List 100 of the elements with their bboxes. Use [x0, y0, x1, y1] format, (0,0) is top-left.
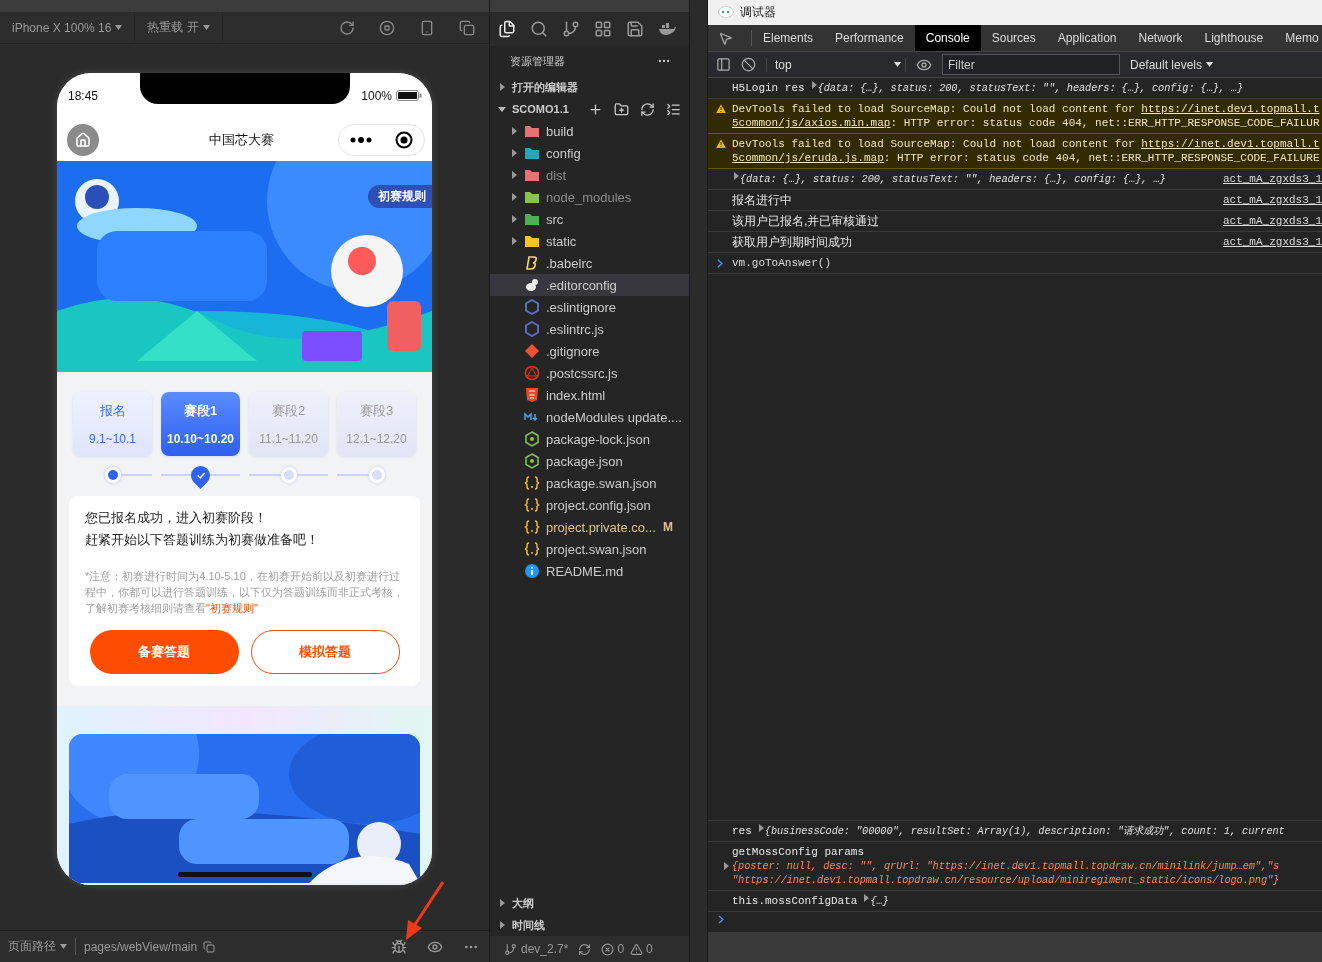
source-link[interactable]: act_mA_zgxds3_1 [1222, 172, 1322, 186]
console-input[interactable]: vm.goToAnswer() [732, 256, 832, 270]
expand-arrow-icon[interactable] [510, 127, 518, 135]
tree-item[interactable]: README.md [490, 560, 689, 582]
expand-arrow-icon[interactable] [809, 81, 818, 89]
tree-item[interactable]: .eslintignore [490, 296, 689, 318]
section-header[interactable]: 时间线 [490, 914, 689, 936]
expand-arrow-icon[interactable] [732, 172, 740, 180]
caret-icon [894, 62, 901, 67]
stage-card[interactable]: 报名 9.1~10.1 [73, 392, 152, 456]
source-link[interactable]: act_mA_zgxds3_1 [1222, 214, 1322, 228]
bug-icon[interactable] [391, 938, 407, 955]
branch-name[interactable]: dev_2.7* [521, 942, 569, 956]
devtools-tab[interactable]: Console [914, 25, 981, 51]
expand-arrow-icon[interactable] [498, 83, 506, 91]
tree-item[interactable]: .eslintrc.js [490, 318, 689, 340]
tree-item[interactable]: package.json [490, 450, 689, 472]
save-icon[interactable] [626, 20, 644, 38]
section-header[interactable]: SCOMO1.1 [490, 98, 689, 120]
url-link[interactable]: 5common/js/eruda.js.map [732, 152, 884, 164]
context-dropdown[interactable]: top [766, 57, 906, 72]
tree-item[interactable]: .babelrc [490, 252, 689, 274]
tree-item[interactable]: nodeModules update.... [490, 406, 689, 428]
devtools-tab[interactable]: Memo [1274, 25, 1322, 51]
sync-icon[interactable] [578, 942, 592, 956]
expand-arrow-icon[interactable] [510, 215, 518, 223]
hexagon-icon [524, 321, 540, 337]
expand-arrow-icon[interactable] [498, 921, 506, 929]
new-folder-icon[interactable] [614, 101, 629, 117]
prompt-icon[interactable] [718, 915, 724, 924]
hot-reload-dropdown[interactable]: 热重载 开 [135, 12, 223, 43]
windows-icon[interactable] [459, 19, 475, 36]
expand-arrow-icon[interactable] [498, 105, 506, 113]
sidebar-icon[interactable] [716, 57, 731, 72]
expand-arrow-icon[interactable] [862, 894, 871, 902]
object-preview: "https://inet.dev1.topmall.topdraw.cn/resource/upload/miniregiment_static/icons/logo.png"} [732, 873, 1280, 887]
tree-item[interactable]: build [490, 120, 689, 142]
tree-item[interactable]: project.private.co... M [490, 516, 689, 538]
copy-icon[interactable] [203, 940, 216, 953]
tree-item[interactable]: project.config.json [490, 494, 689, 516]
expand-arrow-icon[interactable] [510, 237, 518, 245]
phone-icon[interactable] [419, 19, 435, 36]
devtools-tab[interactable]: Lighthouse [1193, 25, 1275, 51]
log-text: res [732, 824, 752, 838]
collapse-icon[interactable] [666, 101, 681, 117]
files-icon[interactable] [498, 20, 516, 38]
device-dropdown[interactable]: iPhone X 100% 16 [0, 12, 136, 43]
tree-item[interactable]: .postcssrc.js [490, 362, 689, 384]
tree-item[interactable]: package.swan.json [490, 472, 689, 494]
tree-item[interactable]: node_modules [490, 186, 689, 208]
url-link[interactable]: https://inet.dev1.topmall.t [1141, 138, 1320, 150]
clear-icon[interactable] [741, 57, 756, 72]
target-icon[interactable] [394, 130, 413, 149]
devtools-tab[interactable]: Network [1127, 25, 1194, 51]
new-file-icon[interactable] [588, 101, 603, 117]
refresh-icon[interactable] [339, 19, 355, 36]
expand-arrow-icon[interactable] [756, 824, 765, 832]
source-link[interactable]: act_mA_zgxds3_1 [1222, 235, 1322, 249]
warning-icon [715, 103, 727, 115]
levels-dropdown[interactable]: Default levels [1130, 57, 1214, 72]
devtools-tab[interactable]: Sources [980, 25, 1047, 51]
tree-item[interactable]: .editorconfig [490, 274, 689, 296]
whale-icon[interactable] [658, 23, 676, 35]
refresh-icon[interactable] [640, 101, 655, 117]
rules-badge[interactable]: 初赛规则 [368, 185, 432, 208]
stage-card[interactable]: 赛段1 10.10~10.20 [161, 392, 240, 456]
tree-item[interactable]: static [490, 230, 689, 252]
tree-item[interactable]: project.swan.json [490, 538, 689, 560]
section-header[interactable]: 大纲 [490, 892, 689, 914]
branch-icon[interactable] [562, 20, 580, 38]
tree-item[interactable]: config [490, 142, 689, 164]
section-header[interactable]: 打开的编辑器 [490, 76, 689, 98]
devtools-tab[interactable]: Application [1046, 25, 1128, 51]
filter-field[interactable]: Filter [942, 54, 1120, 75]
capsule-menu[interactable] [338, 123, 425, 156]
url-link[interactable]: https://inet.dev1.topmall.t [1141, 103, 1320, 115]
stop-icon[interactable] [379, 19, 395, 36]
more-icon[interactable] [350, 136, 373, 143]
devtools-tab[interactable]: Performance [824, 25, 915, 51]
home-button[interactable] [67, 123, 99, 156]
tree-item[interactable]: .gitignore [490, 340, 689, 362]
info-icon [524, 563, 540, 579]
extensions-icon[interactable] [594, 20, 612, 38]
page-path-dropdown[interactable]: 页面路径 [8, 938, 76, 955]
expand-arrow-icon[interactable] [510, 171, 518, 179]
source-link[interactable]: act_mA_zgxds3_1 [1222, 193, 1322, 207]
tree-item[interactable]: package-lock.json [490, 428, 689, 450]
devtools-tab[interactable]: Elements [752, 25, 825, 51]
inspect-icon[interactable] [718, 30, 733, 46]
message-text: 赶紧开始以下答题训练为初赛做准备吧！ [85, 532, 320, 548]
expand-arrow-icon[interactable] [498, 899, 506, 907]
expand-arrow-icon[interactable] [510, 149, 518, 157]
tree-item[interactable]: src [490, 208, 689, 230]
expand-arrow-icon[interactable] [722, 862, 730, 870]
url-link[interactable]: 5common/js/axios.min.map [732, 117, 891, 129]
warning-icon [630, 942, 644, 956]
expand-arrow-icon[interactable] [510, 193, 518, 201]
tree-item[interactable]: index.html [490, 384, 689, 406]
tree-item[interactable]: dist [490, 164, 689, 186]
search-icon[interactable] [530, 20, 548, 38]
